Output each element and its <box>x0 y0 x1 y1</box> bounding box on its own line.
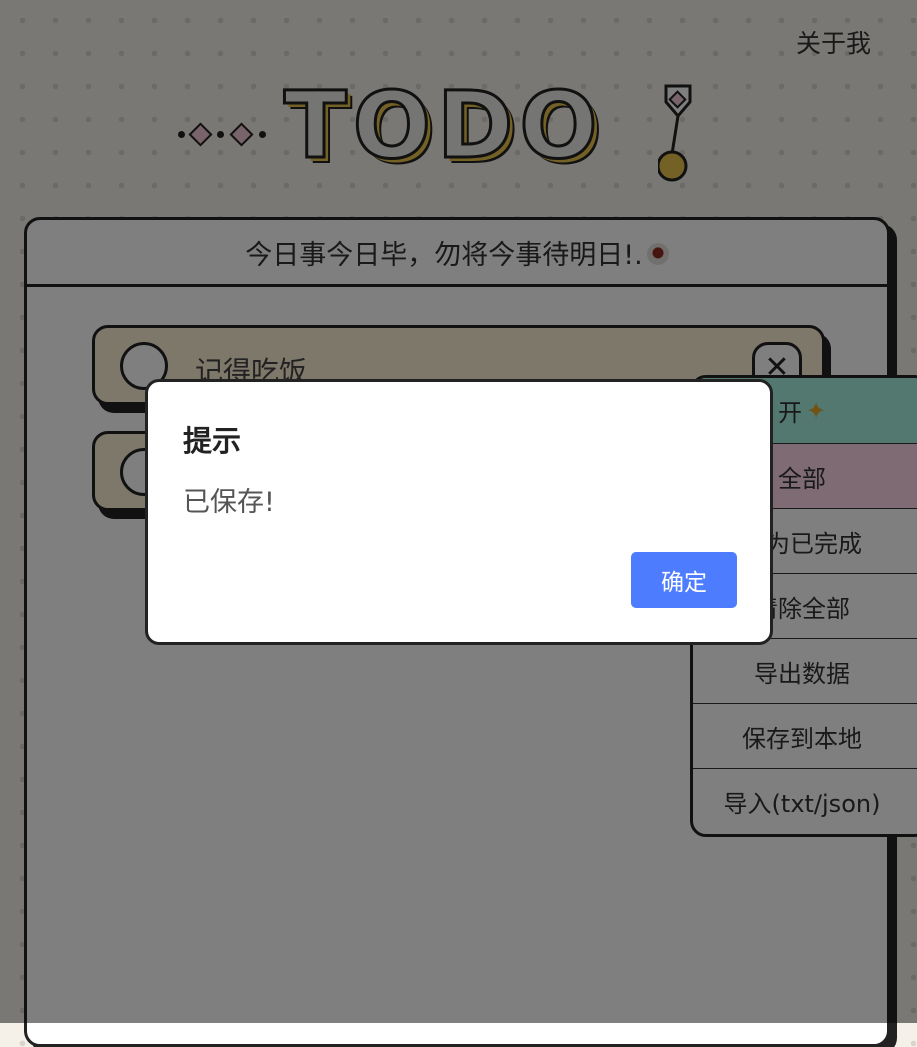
dialog-message: 已保存! <box>183 487 275 518</box>
confirm-button[interactable]: 确定 <box>631 552 737 608</box>
alert-dialog: 提示 已保存! 确定 <box>145 379 773 645</box>
dialog-title: 提示 <box>183 424 242 458</box>
